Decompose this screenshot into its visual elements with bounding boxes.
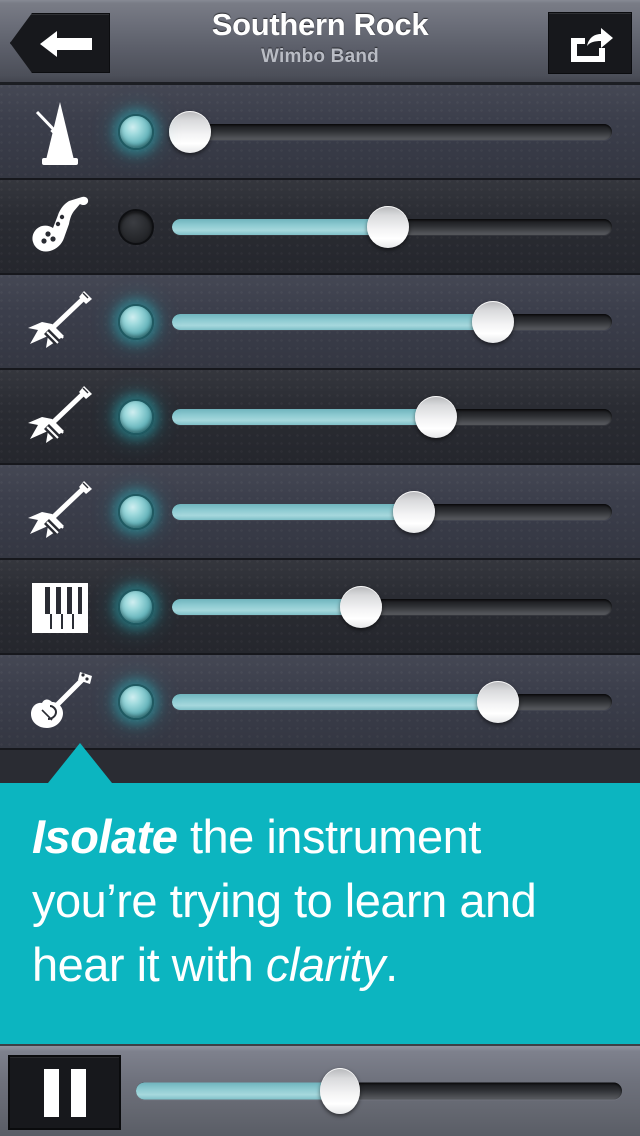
track-mute-led[interactable]: [118, 588, 154, 625]
header-titles: Southern Rock Wimbo Band: [120, 6, 520, 70]
volume-slider-track: [172, 408, 612, 425]
piano-keys-icon: [22, 571, 98, 643]
track-mute-led[interactable]: [118, 208, 154, 245]
track-row: [0, 370, 640, 465]
playback-position-slider[interactable]: [136, 1068, 622, 1114]
callout-pointer: [48, 743, 112, 783]
callout-banner: Isolate the instrument you’re trying to …: [0, 743, 640, 1045]
volume-slider-fill: [172, 313, 494, 330]
track-volume-slider[interactable]: [172, 490, 612, 534]
volume-slider-fill: [172, 598, 362, 615]
callout-word-bold: Isolate: [32, 810, 178, 863]
track-row: [0, 180, 640, 275]
volume-slider-thumb[interactable]: [393, 490, 435, 533]
electric-guitar-icon: [22, 381, 98, 453]
track-volume-slider[interactable]: [168, 110, 612, 154]
pause-icon: [43, 1068, 86, 1117]
artist-subtitle: Wimbo Band: [261, 46, 379, 67]
volume-slider-thumb[interactable]: [415, 395, 457, 438]
track-row: [0, 275, 640, 370]
track-mute-led[interactable]: [118, 493, 154, 530]
callout-text: Isolate the instrument you’re trying to …: [32, 805, 616, 997]
volume-slider-thumb[interactable]: [340, 585, 383, 628]
electric-guitar-icon: [22, 476, 98, 548]
track-row: [0, 560, 640, 655]
track-mute-led[interactable]: [118, 683, 154, 720]
volume-slider-fill: [172, 693, 498, 710]
volume-slider-thumb[interactable]: [476, 680, 519, 723]
volume-slider-track: [172, 123, 612, 140]
callout-text-end: .: [385, 938, 398, 991]
volume-slider-fill: [172, 408, 436, 425]
playback-slider-thumb[interactable]: [320, 1068, 361, 1114]
volume-slider-track: [172, 598, 612, 615]
header-bar: Southern Rock Wimbo Band: [0, 0, 640, 85]
volume-slider-track: [172, 503, 612, 520]
callout-word-italic: clarity: [265, 938, 386, 991]
transport-bar: [0, 1044, 640, 1136]
saxophone-icon: [22, 191, 98, 263]
pause-button[interactable]: [8, 1055, 121, 1130]
track-row: [0, 85, 640, 180]
electric-guitar-icon: [22, 286, 98, 358]
share-icon: [571, 28, 613, 62]
volume-slider-thumb[interactable]: [168, 110, 211, 153]
track-mute-led[interactable]: [118, 113, 154, 150]
playback-slider-fill: [136, 1082, 341, 1100]
back-arrow-icon: [40, 31, 92, 57]
volume-slider-thumb[interactable]: [472, 300, 515, 343]
track-volume-slider[interactable]: [172, 300, 612, 344]
track-mute-led[interactable]: [118, 398, 154, 435]
track-volume-slider[interactable]: [172, 205, 612, 249]
track-row: [0, 655, 640, 750]
volume-slider-track: [172, 693, 612, 710]
metronome-icon: [22, 96, 98, 168]
page-title: Southern Rock: [211, 7, 429, 42]
volume-slider-fill: [172, 503, 414, 520]
bass-guitar-icon: [22, 666, 98, 738]
playback-slider-track: [136, 1082, 622, 1100]
track-volume-slider[interactable]: [172, 680, 612, 724]
volume-slider-track: [172, 313, 612, 330]
track-volume-slider[interactable]: [172, 585, 612, 629]
track-volume-slider[interactable]: [172, 395, 612, 439]
app-root: Southern Rock Wimbo Band Isolate the ins…: [0, 0, 640, 1136]
back-button[interactable]: [10, 13, 110, 73]
volume-slider-thumb[interactable]: [366, 205, 409, 248]
volume-slider-fill: [172, 218, 388, 235]
track-row: [0, 465, 640, 560]
track-list: [0, 85, 640, 750]
share-button[interactable]: [548, 12, 632, 74]
track-mute-led[interactable]: [118, 303, 154, 340]
